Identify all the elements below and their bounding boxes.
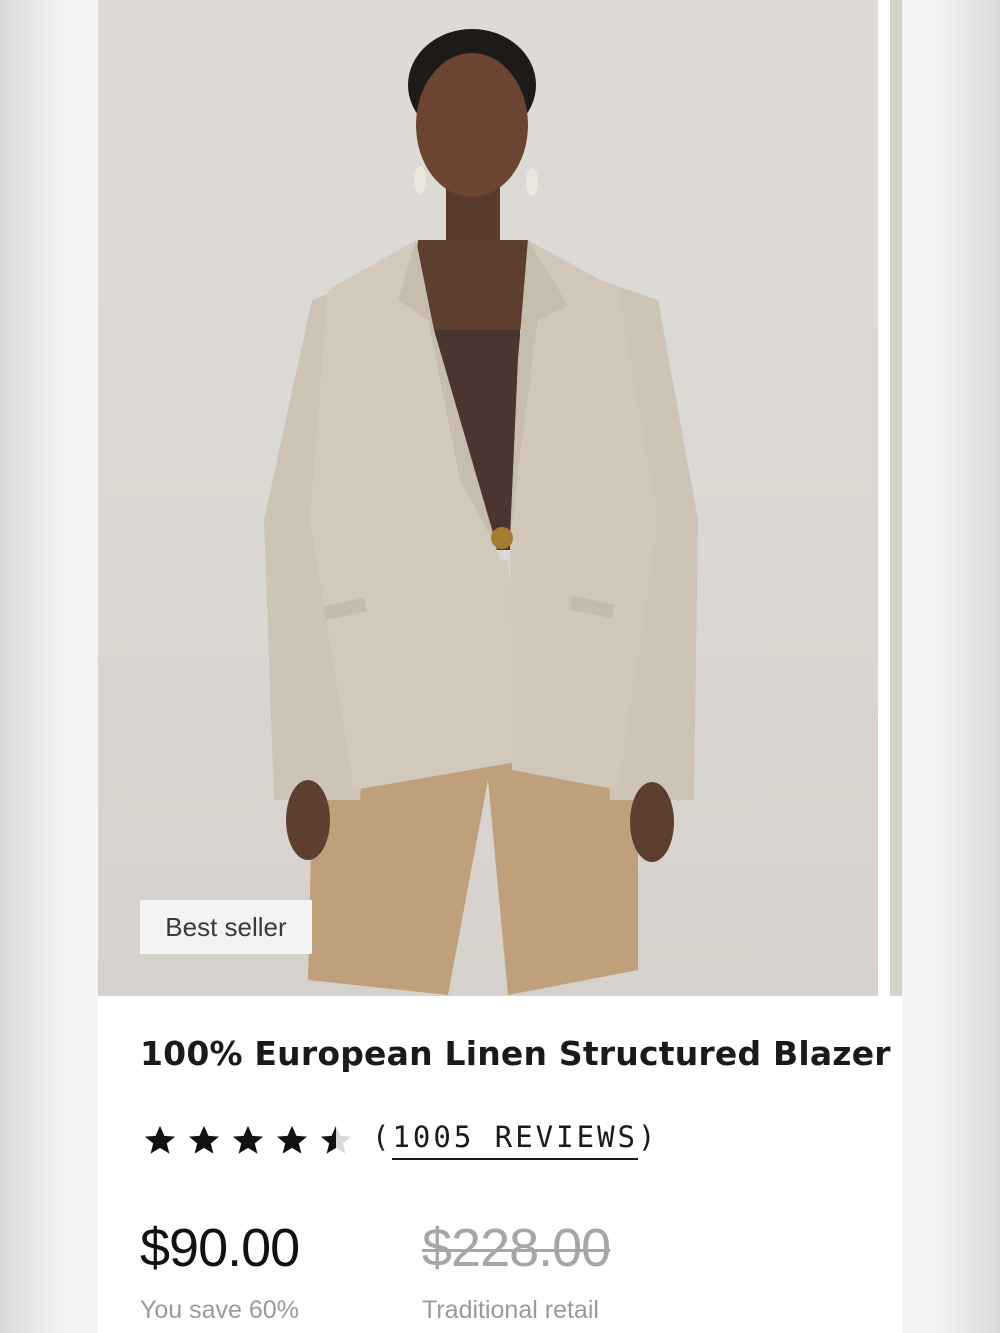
rating-row: ( 1005 REVIEWS ) — [140, 1118, 880, 1162]
reviews-count[interactable]: 1005 REVIEWS — [392, 1120, 638, 1160]
star-rating — [140, 1124, 356, 1156]
reviews-open-paren: ( — [372, 1120, 393, 1154]
original-price: $228.00 — [422, 1218, 611, 1278]
sale-price-block: $90.00 You save 60% — [140, 1218, 300, 1325]
page: Best seller 100% European Linen Structur… — [0, 0, 1000, 1333]
savings-note: You save 60% — [140, 1296, 299, 1324]
original-price-note: Traditional retail — [422, 1296, 599, 1324]
product-card[interactable]: Best seller 100% European Linen Structur… — [98, 0, 902, 1333]
star-full-icon — [232, 1125, 264, 1154]
sale-price: $90.00 — [140, 1218, 300, 1278]
star-full-icon — [144, 1125, 176, 1154]
star-full-icon — [276, 1125, 308, 1154]
next-image-peek[interactable] — [890, 0, 902, 996]
product-info: 100% European Linen Structured Blazer ( … — [140, 1030, 891, 1333]
star-half-icon — [320, 1125, 352, 1154]
product-title[interactable]: 100% European Linen Structured Blazer — [140, 1030, 891, 1078]
product-image[interactable]: Best seller — [98, 0, 878, 996]
price-row: $90.00 You save 60% $228.00 Traditional … — [140, 1218, 880, 1333]
star-full-icon — [188, 1125, 220, 1154]
reviews-close-paren: ) — [637, 1120, 659, 1154]
best-seller-badge: Best seller — [140, 900, 312, 954]
model-photo — [264, 29, 698, 995]
original-price-block: $228.00 Traditional retail — [422, 1218, 611, 1325]
reviews-link[interactable]: ( 1005 REVIEWS ) — [372, 1120, 658, 1160]
